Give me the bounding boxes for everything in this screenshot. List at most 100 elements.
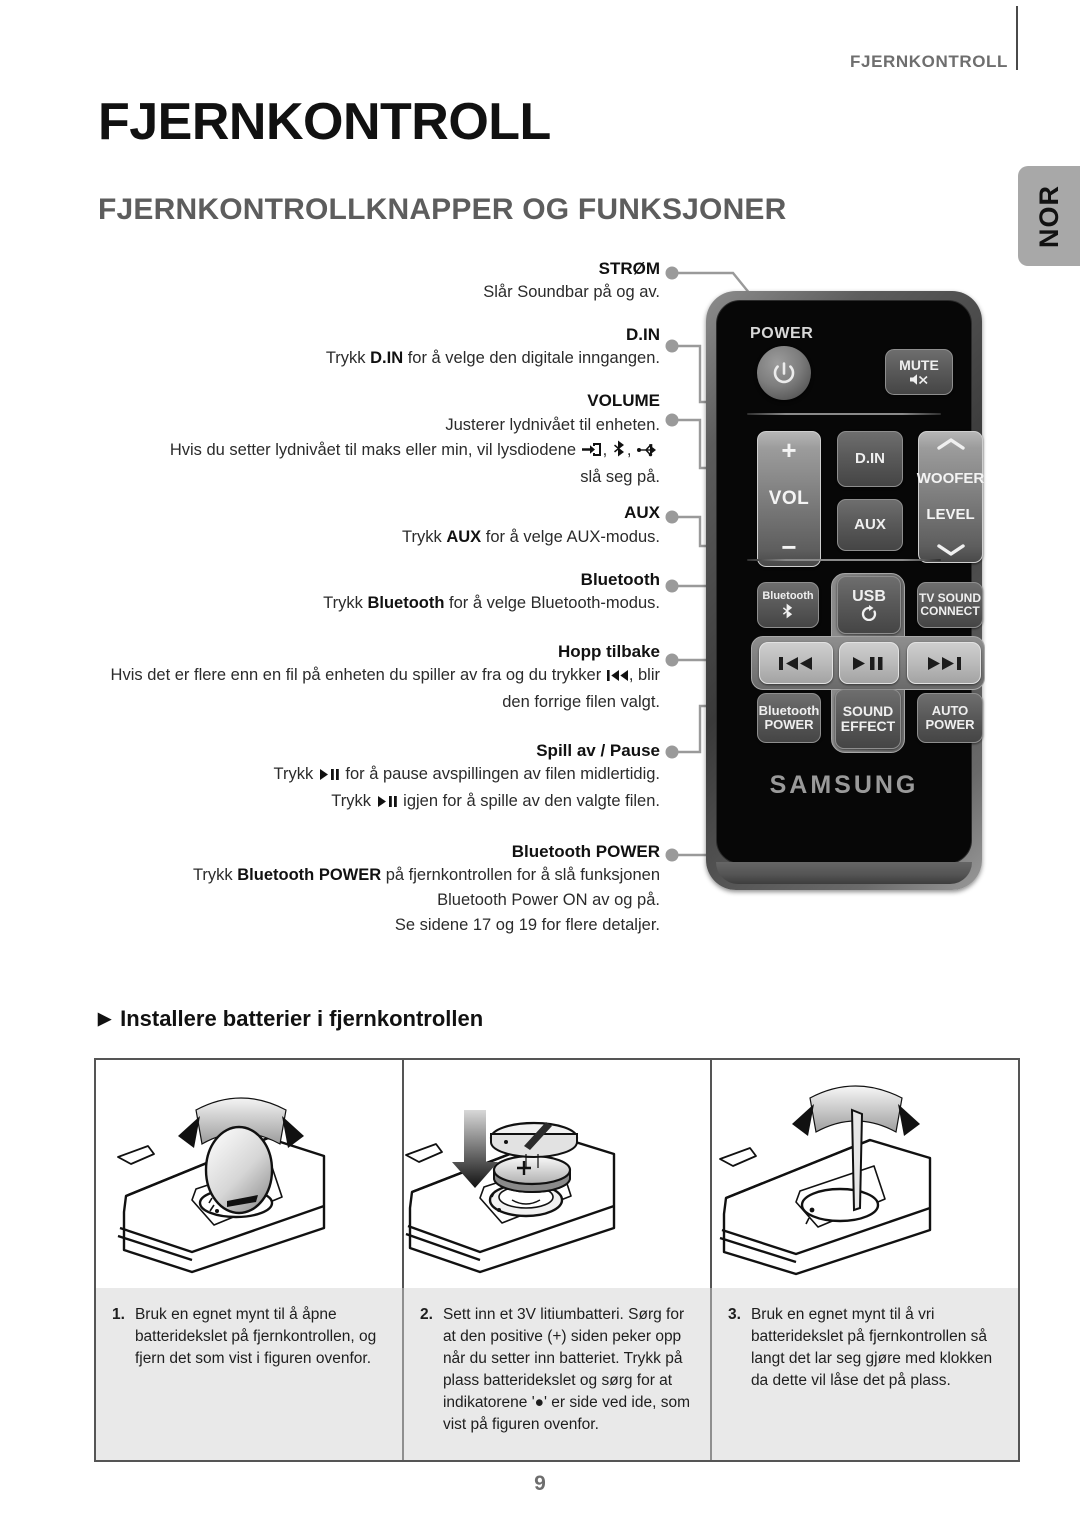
bluetooth-icon bbox=[613, 440, 626, 464]
remote-volume-minus: − bbox=[781, 532, 797, 563]
remote-tvsc-label-2: CONNECT bbox=[920, 604, 980, 618]
remote-power-button[interactable] bbox=[757, 346, 811, 400]
skip-back-icon bbox=[779, 656, 812, 670]
callout-aux: AUX Trykk AUX for å velge AUX-modus. bbox=[60, 502, 660, 548]
callout-body-line1: Trykk Bluetooth POWER på fjernkontrollen… bbox=[60, 865, 660, 887]
remote-face: POWER MUTE + VOL − D.IN AUX WOOFER LEVEL… bbox=[716, 300, 985, 864]
callout-body-post: for å pause avspillingen av filen midler… bbox=[345, 765, 660, 784]
battery-heading-text: Installere batterier i fjernkontrollen bbox=[120, 1006, 484, 1031]
section-title: FJERNKONTROLLKNAPPER OG FUNKSJONER bbox=[98, 193, 787, 226]
remote-sfx-label-1: SOUND bbox=[842, 703, 894, 720]
remote-aux-label: AUX bbox=[854, 516, 886, 534]
battery-figure-step1 bbox=[96, 1060, 402, 1288]
battery-cover-open-illustration bbox=[117, 1097, 326, 1274]
page-title: FJERNKONTROLL bbox=[98, 93, 551, 151]
callout-body-pre: Trykk bbox=[273, 765, 314, 784]
remote-volume-plus: + bbox=[781, 435, 797, 465]
battery-cover-lock-illustration bbox=[719, 1085, 932, 1276]
remote-divider-top bbox=[747, 413, 941, 415]
chevron-up-icon bbox=[936, 438, 965, 450]
callout-list: STRØM Slår Soundbar på og av. D.IN Trykk… bbox=[60, 258, 660, 937]
callout-body-line3: slå seg på. bbox=[580, 467, 660, 486]
remote-volume-button[interactable]: + VOL − bbox=[757, 431, 821, 567]
battery-step-1: 1. Bruk en egnet mynt til å åpne batteri… bbox=[96, 1288, 402, 1460]
step-text: Sett inn et 3V litiumbatteri. Sørg for a… bbox=[442, 1306, 690, 1433]
callout-bluetooth-power: Bluetooth POWER Trykk Bluetooth POWER på… bbox=[60, 841, 660, 937]
repeat-icon bbox=[861, 605, 877, 622]
callout-label: Bluetooth bbox=[580, 569, 660, 589]
callout-body-line2: Trykk igjen for å spille av den valgte f… bbox=[60, 791, 660, 815]
callout-body-post: igjen for å spille av den valgte filen. bbox=[403, 792, 660, 811]
remote-sfx-label-2: EFFECT bbox=[840, 718, 896, 734]
remote-usb-label: USB bbox=[852, 587, 886, 605]
callout-body: Trykk D.IN for å velge den digitale inng… bbox=[325, 349, 660, 368]
callout-body-line1: Hvis det er flere enn en fil på enheten … bbox=[60, 665, 660, 689]
battery-insert-illustration bbox=[405, 1110, 616, 1274]
manual-page: FJERNKONTROLL NOR FJERNKONTROLL FJERNKON… bbox=[0, 0, 1080, 1532]
remote-play-pause-button[interactable] bbox=[839, 642, 899, 684]
play-pause-icon bbox=[319, 766, 340, 788]
callout-spill-av-pause: Spill av / Pause Trykk for å pause avspi… bbox=[60, 740, 661, 815]
remote-bluetooth-label: Bluetooth bbox=[762, 590, 814, 603]
callout-body-line2: Bluetooth Power ON av og på. bbox=[437, 891, 660, 910]
callout-label: Bluetooth POWER bbox=[511, 842, 660, 862]
play-pause-icon bbox=[853, 656, 883, 670]
inline-bold-bluetooth: Bluetooth bbox=[367, 593, 445, 612]
remote-woofer-level-button[interactable]: WOOFER LEVEL bbox=[916, 431, 985, 563]
remote-volume-label: VOL bbox=[768, 487, 810, 509]
remote-aux-button[interactable]: AUX bbox=[837, 499, 903, 551]
remote-woofer-label-1: WOOFER bbox=[916, 469, 985, 487]
language-tab-nor: NOR bbox=[1018, 166, 1080, 266]
battery-step-3: 3. Bruk en egnet mynt til å vri batterid… bbox=[712, 1288, 1018, 1460]
step-text: Bruk en egnet mynt til å vri batterideks… bbox=[750, 1306, 993, 1389]
remote-auto-power-button[interactable]: AUTO POWER bbox=[917, 693, 983, 743]
step-number: 1. bbox=[112, 1306, 125, 1323]
callout-body-line1: Justerer lydnivået til enheten. bbox=[445, 415, 660, 434]
callout-label: D.IN bbox=[626, 325, 660, 345]
chevron-down-icon bbox=[936, 544, 965, 556]
callout-body-post: på fjernkontrollen for å slå funksjonen bbox=[385, 866, 660, 885]
callout-body-line1: Trykk for å pause avspillingen av filen … bbox=[60, 764, 661, 788]
callout-label: Hopp tilbake bbox=[557, 641, 660, 661]
step-text: Bruk en egnet mynt til å åpne batteridek… bbox=[134, 1306, 377, 1367]
remote-divider-bottom bbox=[747, 559, 941, 561]
remote-mute-label: MUTE bbox=[899, 357, 939, 374]
callout-body-line3: Se sidene 17 og 19 for flere detaljer. bbox=[394, 916, 660, 935]
skip-forward-icon bbox=[928, 656, 961, 670]
inline-bold-bt-power: Bluetooth POWER bbox=[237, 866, 382, 885]
remote-din-label: D.IN bbox=[855, 450, 885, 468]
remote-sound-effect-button[interactable]: SOUND EFFECT bbox=[835, 689, 901, 749]
play-pause-icon bbox=[377, 793, 398, 815]
inline-bold-din: D.IN bbox=[370, 349, 404, 368]
remote-autopow-label-1: AUTO bbox=[931, 703, 969, 719]
power-icon bbox=[773, 362, 795, 384]
d-in-icon bbox=[581, 442, 602, 464]
remote-woofer-label-2: LEVEL bbox=[926, 506, 975, 524]
remote-din-button[interactable]: D.IN bbox=[837, 431, 903, 487]
remote-autopow-label-2: POWER bbox=[925, 717, 975, 732]
remote-skip-forward-button[interactable] bbox=[907, 642, 981, 684]
remote-tv-sound-connect-button[interactable]: TV SOUND CONNECT bbox=[917, 582, 983, 628]
callout-hopp-tilbake: Hopp tilbake Hvis det er flere enn en fi… bbox=[60, 641, 660, 714]
callout-label: AUX bbox=[624, 503, 660, 523]
step-number: 2. bbox=[420, 1306, 433, 1323]
remote-base bbox=[716, 862, 972, 884]
battery-figure-step3 bbox=[712, 1060, 1018, 1288]
remote-bluetooth-power-button[interactable]: Bluetooth POWER bbox=[757, 693, 821, 743]
inline-bold-aux: AUX bbox=[446, 527, 482, 546]
step-number: 3. bbox=[728, 1306, 741, 1323]
running-header-title: FJERNKONTROLL bbox=[850, 52, 1008, 71]
remote-usb-button[interactable]: USB bbox=[837, 576, 901, 634]
remote-bluetooth-button[interactable]: Bluetooth bbox=[757, 582, 819, 628]
callout-body-line2: den forrige filen valgt. bbox=[502, 693, 660, 711]
remote-skip-back-button[interactable] bbox=[759, 642, 833, 684]
bluetooth-icon bbox=[782, 603, 793, 619]
battery-steps-panel: 1. Bruk en egnet mynt til å åpne batteri… bbox=[94, 1288, 1020, 1462]
callout-din: D.IN Trykk D.IN for å velge den digitale… bbox=[60, 324, 660, 370]
callout-body-pre: Trykk bbox=[192, 866, 233, 885]
callout-label: VOLUME bbox=[587, 391, 660, 411]
remote-control-illustration: POWER MUTE + VOL − D.IN AUX WOOFER LEVEL… bbox=[706, 291, 985, 890]
callout-label: Spill av / Pause bbox=[536, 740, 660, 760]
remote-mute-button[interactable]: MUTE bbox=[885, 349, 953, 395]
callout-bluetooth: Bluetooth Trykk Bluetooth for å velge Bl… bbox=[60, 569, 660, 615]
